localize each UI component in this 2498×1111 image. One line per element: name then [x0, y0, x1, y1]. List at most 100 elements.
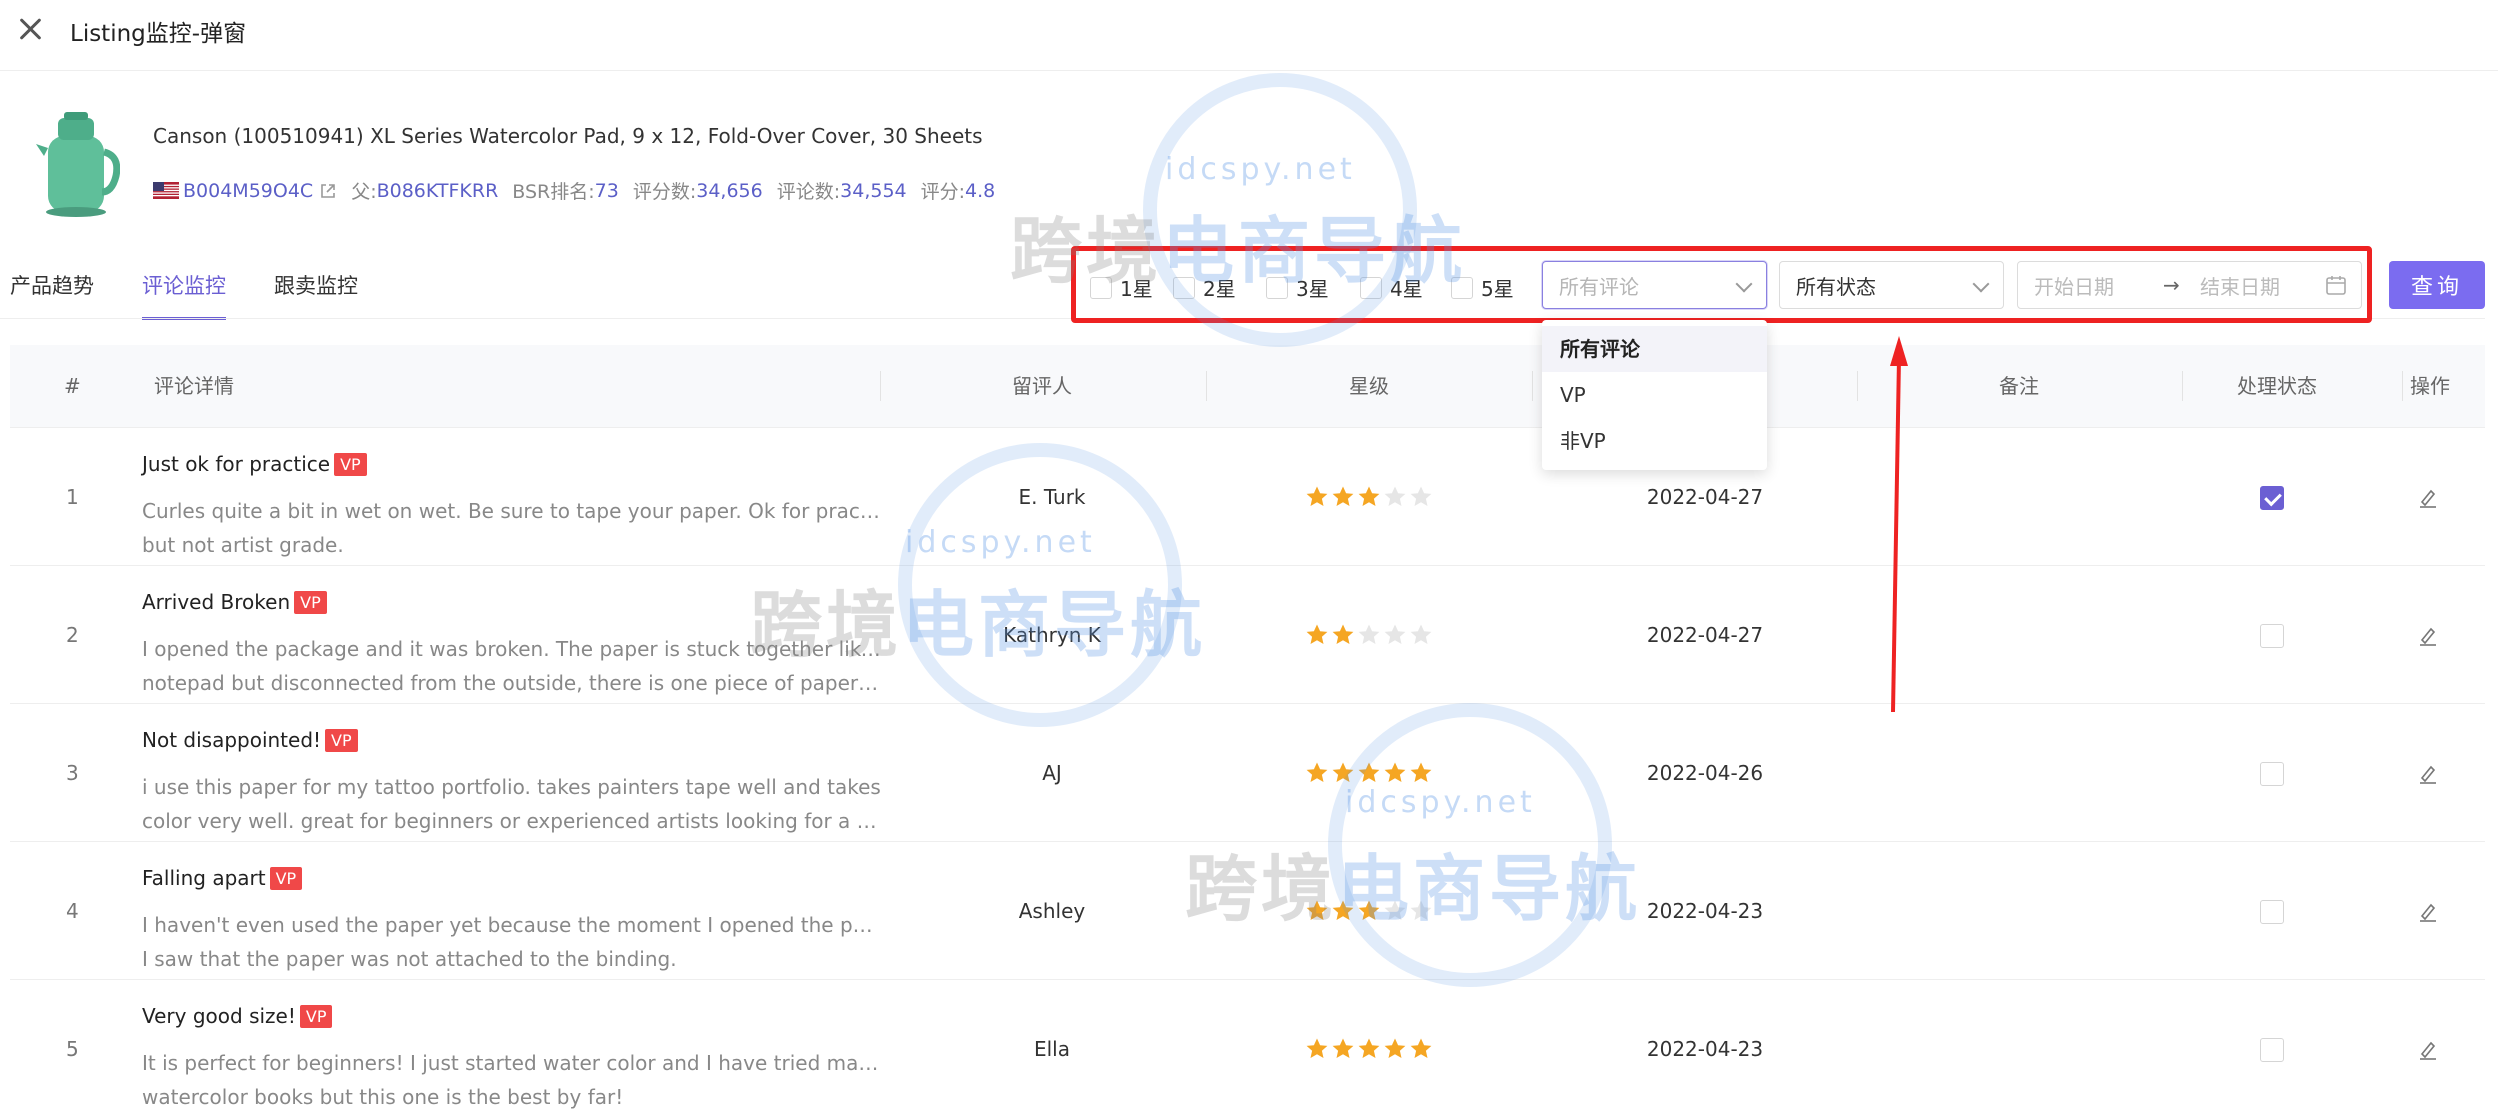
checkbox-icon[interactable]: [1360, 276, 1382, 299]
star-icon: [1306, 486, 1328, 506]
vp-badge: VP: [334, 452, 367, 476]
chevron-down-icon: [1735, 275, 1753, 293]
star-icon: [1384, 486, 1406, 506]
external-link-icon[interactable]: [319, 182, 337, 200]
star-icon: [1410, 900, 1432, 920]
dropdown-option-all[interactable]: 所有评论: [1542, 326, 1767, 372]
reviewer-name: AJ: [1042, 761, 1062, 785]
row-index: 4: [66, 899, 79, 923]
score-value: 4.8: [965, 179, 996, 202]
query-button[interactable]: 查询: [2389, 261, 2485, 309]
processed-checkbox[interactable]: [2260, 624, 2284, 648]
product-image: [36, 112, 120, 217]
star-icon: [1306, 900, 1328, 920]
table-row: 2 Arrived Broken VP I opened the package an…: [10, 566, 2485, 704]
dropdown-option-non-vp[interactable]: 非VP: [1542, 418, 1767, 464]
close-icon[interactable]: [14, 12, 48, 46]
vp-badge: VP: [325, 728, 358, 752]
star-icon: [1410, 624, 1432, 644]
checkbox-icon[interactable]: [1266, 276, 1288, 299]
star-icon: [1332, 624, 1354, 644]
star-filter-3[interactable]: 3星: [1266, 273, 1329, 302]
star-filter-1[interactable]: 1星: [1090, 273, 1153, 302]
review-date: 2022-04-26: [1646, 761, 1764, 785]
review-body: I haven't even used the paper yet becaus…: [142, 913, 882, 971]
review-title: Very good size! VP: [142, 1004, 333, 1028]
star-icon: [1384, 762, 1406, 782]
reviews-label: 评论数:: [776, 181, 841, 203]
parent-asin-link[interactable]: B086KTFKRR: [377, 180, 499, 202]
date-range-picker[interactable]: 开始日期 → 结束日期: [2017, 261, 2362, 309]
reviewer-name: Kathryn K: [1003, 623, 1101, 647]
col-index: #: [64, 374, 81, 398]
review-title: Falling apart VP: [142, 866, 303, 890]
star-icon: [1358, 624, 1380, 644]
row-index: 5: [66, 1037, 79, 1061]
star-filter-2[interactable]: 2星: [1173, 273, 1236, 302]
review-title: Arrived Broken VP: [142, 590, 327, 614]
reviews-value: 34,554: [840, 179, 907, 202]
edit-icon[interactable]: [2416, 623, 2440, 647]
edit-icon[interactable]: [2416, 761, 2440, 785]
star-rating: [1305, 761, 1435, 785]
calendar-icon[interactable]: [2325, 274, 2347, 296]
review-body: It is perfect for beginners! I just star…: [142, 1051, 882, 1109]
reviewer-name: Ella: [1033, 1037, 1070, 1061]
table-row: 4 Falling apart VP I haven't even used the …: [10, 842, 2485, 980]
star-rating: [1305, 1037, 1435, 1061]
header-separator: [880, 371, 881, 401]
star-icon: [1358, 1038, 1380, 1058]
tab-review-monitor[interactable]: 评论监控: [142, 270, 226, 320]
processed-checkbox[interactable]: [2260, 1038, 2284, 1062]
product-title: Canson (100510941) XL Series Watercolor …: [153, 124, 983, 148]
star-icon: [1332, 900, 1354, 920]
tab-seller-monitor[interactable]: 跟卖监控: [274, 270, 358, 320]
review-title: Not disappointed! VP: [142, 728, 358, 752]
star-icon: [1332, 1038, 1354, 1058]
review-date: 2022-04-23: [1646, 1037, 1764, 1061]
status-select[interactable]: 所有状态: [1779, 261, 2004, 309]
vp-badge: VP: [299, 1004, 333, 1028]
header-separator: [1857, 371, 1858, 401]
edit-icon[interactable]: [2416, 485, 2440, 509]
edit-icon[interactable]: [2416, 899, 2440, 923]
review-body: i use this paper for my tattoo portfolio…: [142, 775, 882, 833]
processed-checkbox[interactable]: [2260, 900, 2284, 924]
row-index: 1: [66, 485, 79, 509]
tabs-divider: [0, 318, 2485, 319]
processed-checkbox[interactable]: [2260, 762, 2284, 786]
star-rating: [1305, 623, 1435, 647]
checkbox-icon[interactable]: [1090, 276, 1112, 299]
us-flag-icon: [153, 182, 179, 199]
col-review-detail: 评论详情: [154, 374, 234, 398]
ratings-label: 评分数:: [632, 181, 697, 203]
table-header: # 评论详情 留评人 星级 备注 处理状态 操作: [10, 345, 2485, 428]
parent-label: 父:: [351, 181, 377, 203]
score-label: 评分:: [920, 181, 966, 203]
star-icon: [1384, 900, 1406, 920]
star-filter-5[interactable]: 5星: [1451, 273, 1514, 302]
checkbox-icon[interactable]: [1173, 276, 1195, 299]
asin-link[interactable]: B004M59O4C: [183, 180, 313, 202]
bsr-value: 73: [594, 179, 619, 202]
star-filter-4[interactable]: 4星: [1360, 273, 1423, 302]
start-date-input[interactable]: 开始日期: [2034, 271, 2114, 300]
modal-header: Listing监控-弹窗: [0, 0, 2498, 71]
processed-checkbox[interactable]: [2260, 486, 2284, 510]
checkbox-icon[interactable]: [1451, 276, 1473, 299]
edit-icon[interactable]: [2416, 1037, 2440, 1061]
tab-product-trend[interactable]: 产品趋势: [10, 270, 94, 320]
end-date-input[interactable]: 结束日期: [2200, 271, 2280, 300]
reviewer-name: Ashley: [1018, 899, 1086, 923]
star-icon: [1332, 486, 1354, 506]
dropdown-option-vp[interactable]: VP: [1542, 372, 1767, 418]
review-body: I opened the package and it was broken. …: [142, 637, 882, 695]
star-icon: [1306, 1038, 1328, 1058]
review-body: Curles quite a bit in wet on wet. Be sur…: [142, 499, 882, 557]
star-icon: [1410, 762, 1432, 782]
ratings-value: 34,656: [696, 179, 763, 202]
col-stars: 星级: [1349, 374, 1389, 398]
review-type-dropdown: 所有评论 VP 非VP: [1542, 320, 1767, 470]
bsr-label: BSR排名:: [512, 181, 595, 203]
review-type-select[interactable]: 所有评论: [1542, 261, 1767, 309]
